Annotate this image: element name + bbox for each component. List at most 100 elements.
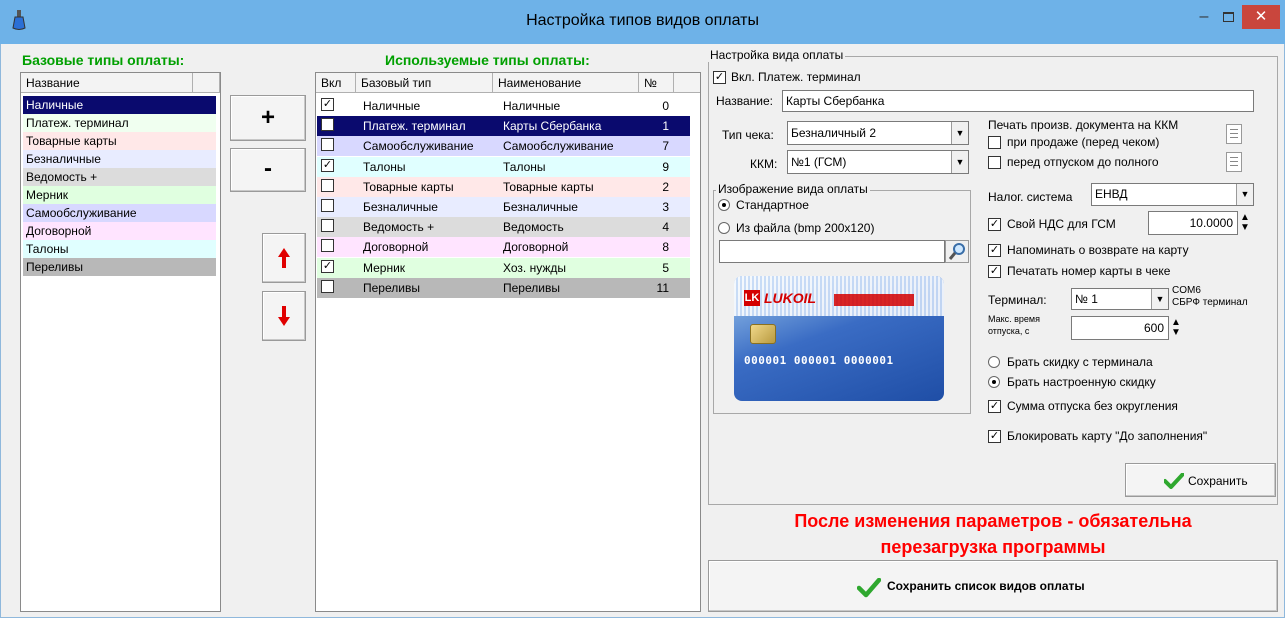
base-type-item[interactable]: Ведомость + <box>23 168 216 186</box>
remind-return-checkbox[interactable]: ✓ <box>988 244 1001 257</box>
own-vat-checkbox[interactable]: ✓ <box>988 218 1001 231</box>
document-icon[interactable] <box>1226 152 1242 172</box>
table-row[interactable]: Переливы Переливы 11 <box>317 277 690 298</box>
save-button[interactable]: Сохранить <box>1125 463 1276 497</box>
print-on-sale-checkbox[interactable] <box>988 136 1001 149</box>
own-vat-spinner[interactable]: ▲ ▼ <box>1237 213 1253 233</box>
kkm-select[interactable]: №1 (ГСМ) ▼ <box>787 150 969 174</box>
enable-terminal-label: Вкл. Платеж. терминал <box>731 70 861 84</box>
sum-no-round-checkbox[interactable]: ✓ <box>988 400 1001 413</box>
used-types-header: Вкл Базовый тип Наименование № <box>316 73 700 93</box>
checkmark-icon <box>1164 473 1184 489</box>
table-row[interactable]: ✓ Платеж. терминал Карты Сбербанка 1 <box>317 116 690 137</box>
radio-discount-configured[interactable] <box>988 376 1000 388</box>
terminal-select[interactable]: № 1 ▼ <box>1071 288 1169 310</box>
base-type-item[interactable]: Договорной <box>23 222 216 240</box>
move-down-button[interactable] <box>262 291 306 341</box>
block-card-checkbox[interactable]: ✓ <box>988 430 1001 443</box>
radio-standard-label: Стандартное <box>736 198 809 212</box>
row-enabled-checkbox[interactable] <box>321 219 334 233</box>
column-header-num[interactable]: № <box>639 73 674 93</box>
row-number: 11 <box>656 280 669 295</box>
base-type-item[interactable]: Мерник <box>23 186 216 204</box>
radio-file-label: Из файла (bmp 200x120) <box>736 221 875 235</box>
max-time-input[interactable]: 600 <box>1071 316 1169 340</box>
print-doc-title: Печать произв. документа на ККМ <box>988 118 1179 132</box>
remind-return-label: Напоминать о возврате на карту <box>1007 243 1189 257</box>
name-input[interactable]: Карты Сбербанка <box>782 90 1254 112</box>
table-row[interactable]: ✓ Наличные Наличные 0 <box>317 96 690 116</box>
row-number: 3 <box>662 200 669 214</box>
row-enabled-checkbox[interactable] <box>321 239 334 253</box>
own-vat-label: Свой НДС для ГСМ <box>1007 217 1116 231</box>
table-row[interactable]: Договорной Договорной 8 <box>317 237 690 258</box>
own-vat-input[interactable]: 10.0000 <box>1148 211 1238 235</box>
radio-file[interactable] <box>718 222 730 234</box>
base-type-item[interactable]: Товарные карты <box>23 132 216 150</box>
base-types-list[interactable]: Название Наличные Платеж. терминал Товарны… <box>20 72 221 612</box>
row-name: Карты Сбербанка <box>503 119 602 134</box>
row-name: Переливы <box>503 280 560 295</box>
remove-button[interactable]: - <box>230 148 306 192</box>
base-type-item[interactable]: Платеж. терминал <box>23 114 216 132</box>
chevron-down-icon[interactable]: ▼ <box>951 151 968 173</box>
terminal-port: COM6 <box>1172 285 1201 296</box>
close-button[interactable]: ✕ <box>1242 5 1280 29</box>
row-enabled-checkbox[interactable]: ✓ <box>321 118 334 132</box>
tax-select[interactable]: ЕНВД ▼ <box>1091 183 1254 206</box>
column-header-name[interactable]: Наименование <box>493 73 639 93</box>
browse-button[interactable] <box>945 240 969 263</box>
add-button[interactable]: + <box>230 95 306 141</box>
row-number: 1 <box>662 119 669 134</box>
chip-icon <box>750 324 776 344</box>
column-header-on[interactable]: Вкл <box>316 73 356 93</box>
base-type-item[interactable]: Наличные <box>23 96 216 114</box>
row-number: 7 <box>662 139 669 154</box>
row-enabled-checkbox[interactable]: ✓ <box>321 259 334 273</box>
row-name: Талоны <box>503 159 546 174</box>
enable-terminal-checkbox[interactable]: ✓ <box>713 71 726 84</box>
base-type-item[interactable]: Талоны <box>23 240 216 258</box>
row-enabled-checkbox[interactable]: ✓ <box>321 98 334 111</box>
table-row[interactable]: ✓ Мерник Хоз. нужды 5 <box>317 257 690 278</box>
table-row[interactable]: Ведомость + Ведомость 4 <box>317 217 690 238</box>
row-name: Самообслуживание <box>503 139 614 154</box>
document-icon[interactable] <box>1226 124 1242 144</box>
radio-standard[interactable] <box>718 199 730 211</box>
print-card-num-checkbox[interactable]: ✓ <box>988 265 1001 278</box>
used-types-table[interactable]: Вкл Базовый тип Наименование № ✓ Наличные… <box>315 72 701 612</box>
move-up-button[interactable] <box>262 233 306 283</box>
table-row[interactable]: ✓ Талоны Талоны 9 <box>317 156 690 177</box>
row-enabled-checkbox[interactable] <box>321 279 334 293</box>
chevron-down-icon[interactable]: ▼ <box>951 122 968 144</box>
maximize-button[interactable] <box>1217 6 1241 30</box>
row-name: Договорной <box>503 240 569 255</box>
row-base-type: Талоны <box>363 159 406 174</box>
table-row[interactable]: Самообслуживание Самообслуживание 7 <box>317 136 690 157</box>
row-enabled-checkbox[interactable] <box>321 178 334 192</box>
row-enabled-checkbox[interactable]: ✓ <box>321 158 334 172</box>
radio-discount-terminal[interactable] <box>988 356 1000 368</box>
card-brand: LUKOIL <box>764 290 817 306</box>
max-time-spinner[interactable]: ▲ ▼ <box>1168 318 1184 338</box>
base-type-item[interactable]: Безналичные <box>23 150 216 168</box>
base-type-item[interactable]: Переливы <box>23 258 216 276</box>
column-header-name[interactable]: Название <box>21 73 193 93</box>
table-row[interactable]: Безналичные Безналичные 3 <box>317 197 690 217</box>
column-header-base[interactable]: Базовый тип <box>356 73 493 93</box>
check-type-select[interactable]: Безналичный 2 ▼ <box>787 121 969 145</box>
minimize-button[interactable]: – <box>1192 6 1216 30</box>
print-before-full-checkbox[interactable] <box>988 156 1001 169</box>
table-row[interactable]: Товарные карты Товарные карты 2 <box>317 176 690 197</box>
print-card-num-label: Печатать номер карты в чеке <box>1007 264 1171 278</box>
maximize-icon <box>1223 12 1234 22</box>
base-types-title: Базовые типы оплаты: <box>22 52 185 68</box>
chevron-down-icon[interactable]: ▼ <box>1236 184 1253 205</box>
row-base-type: Мерник <box>363 260 406 275</box>
row-enabled-checkbox[interactable] <box>321 138 334 152</box>
save-list-button[interactable]: Сохранить список видов оплаты <box>708 560 1278 612</box>
chevron-down-icon[interactable]: ▼ <box>1151 289 1168 309</box>
base-type-item[interactable]: Самообслуживание <box>23 204 216 222</box>
file-path-input[interactable] <box>719 240 945 263</box>
row-enabled-checkbox[interactable] <box>321 199 334 212</box>
